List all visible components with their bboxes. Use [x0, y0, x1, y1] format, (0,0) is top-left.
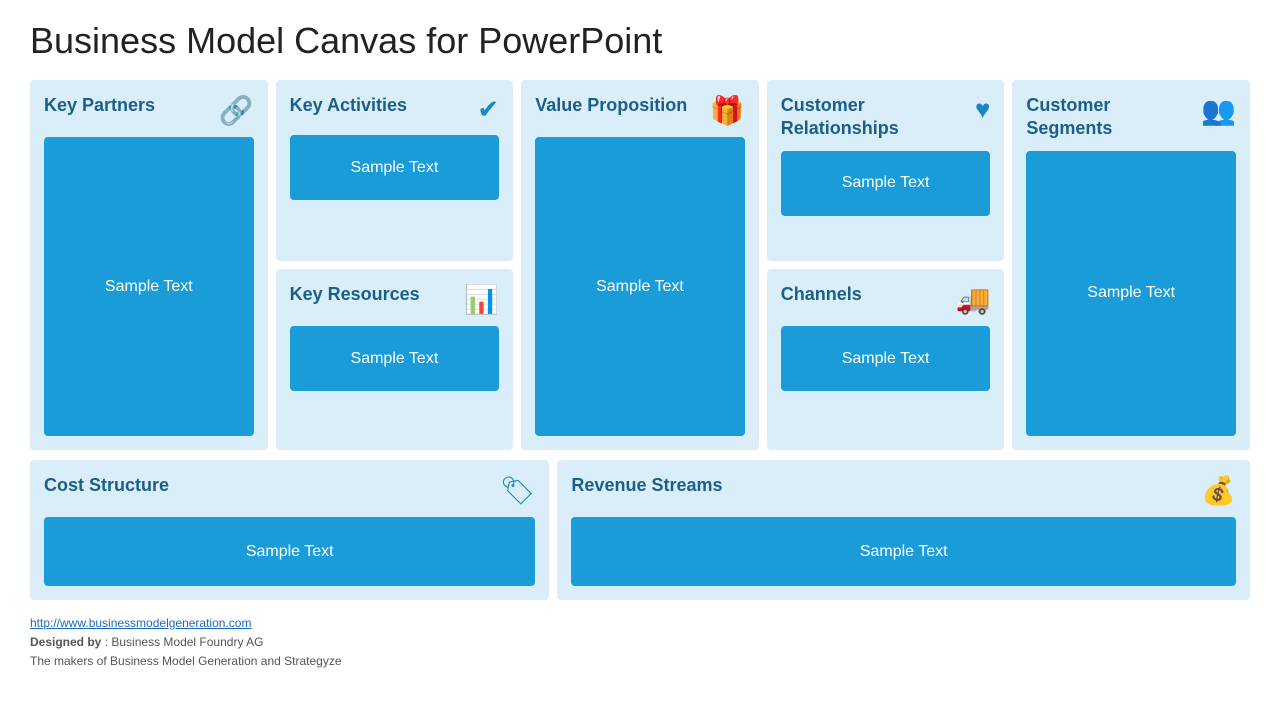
- key-resources-header: Key Resources 📊: [290, 283, 500, 316]
- cost-structure-title: Cost Structure: [44, 474, 169, 497]
- customer-relationships-header: Customer Relationships ♥: [781, 94, 991, 141]
- key-activities-title: Key Activities: [290, 94, 407, 117]
- page-title: Business Model Canvas for PowerPoint: [30, 20, 1250, 62]
- customer-segments-title: Customer Segments: [1026, 94, 1193, 141]
- customer-relationships-card: Customer Relationships ♥ Sample Text: [767, 80, 1005, 261]
- revenue-streams-sample: Sample Text: [571, 517, 1236, 586]
- customer-relationships-sample: Sample Text: [781, 151, 991, 216]
- footer-designed-by-label: Designed by: [30, 635, 101, 649]
- customer-segments-sample: Sample Text: [1026, 151, 1236, 436]
- value-proposition-sample: Sample Text: [535, 137, 745, 436]
- people-icon: 👥: [1201, 94, 1236, 127]
- cost-structure-sample: Sample Text: [44, 517, 535, 586]
- value-proposition-card: Value Proposition 🎁 Sample Text: [521, 80, 759, 450]
- tag-icon: 🏷: [500, 474, 536, 507]
- canvas-wrapper: Key Partners 🔗 Sample Text Key Activitie…: [30, 80, 1250, 600]
- footer-tagline: The makers of Business Model Generation …: [30, 652, 1250, 671]
- key-partners-header: Key Partners 🔗: [44, 94, 254, 127]
- customer-segments-card: Customer Segments 👥 Sample Text: [1012, 80, 1250, 450]
- link-icon: 🔗: [219, 94, 254, 127]
- heart-icon: ♥: [975, 94, 990, 125]
- customer-relationships-title: Customer Relationships: [781, 94, 967, 141]
- key-activities-card: Key Activities ✔ Sample Text: [276, 80, 514, 261]
- activities-resources-col: Key Activities ✔ Sample Text Key Resourc…: [276, 80, 514, 450]
- cr-channels-col: Customer Relationships ♥ Sample Text Cha…: [767, 80, 1005, 450]
- channels-header: Channels 🚚: [781, 283, 991, 316]
- footer: http://www.businessmodelgeneration.com D…: [30, 614, 1250, 672]
- revenue-streams-container: Revenue Streams 💰 Sample Text: [557, 460, 1250, 600]
- key-partners-container: Key Partners 🔗 Sample Text: [30, 80, 268, 450]
- revenue-streams-header: Revenue Streams 💰: [571, 474, 1236, 507]
- key-resources-title: Key Resources: [290, 283, 420, 306]
- key-partners-sample: Sample Text: [44, 137, 254, 436]
- cost-structure-card: Cost Structure 🏷 Sample Text: [30, 460, 549, 600]
- footer-url[interactable]: http://www.businessmodelgeneration.com: [30, 616, 251, 630]
- cost-structure-container: Cost Structure 🏷 Sample Text: [30, 460, 549, 600]
- cost-structure-header: Cost Structure 🏷: [44, 474, 535, 507]
- key-partners-title: Key Partners: [44, 94, 155, 117]
- value-proposition-title: Value Proposition: [535, 94, 687, 117]
- bottom-section: Cost Structure 🏷 Sample Text Revenue Str…: [30, 460, 1250, 600]
- people-chart-icon: 📊: [464, 283, 499, 316]
- footer-company: Business Model Foundry AG: [111, 635, 263, 649]
- revenue-streams-title: Revenue Streams: [571, 474, 722, 497]
- key-partners-card: Key Partners 🔗 Sample Text: [30, 80, 268, 450]
- top-section: Key Partners 🔗 Sample Text Key Activitie…: [30, 80, 1250, 450]
- customer-segments-container: Customer Segments 👥 Sample Text: [1012, 80, 1250, 450]
- channels-card: Channels 🚚 Sample Text: [767, 269, 1005, 450]
- gift-icon: 🎁: [710, 94, 745, 127]
- key-resources-sample: Sample Text: [290, 326, 500, 391]
- value-proposition-container: Value Proposition 🎁 Sample Text: [521, 80, 759, 450]
- key-resources-card: Key Resources 📊 Sample Text: [276, 269, 514, 450]
- checkmark-icon: ✔: [477, 94, 499, 125]
- revenue-streams-card: Revenue Streams 💰 Sample Text: [557, 460, 1250, 600]
- moneybag-icon: 💰: [1201, 474, 1236, 507]
- key-activities-header: Key Activities ✔: [290, 94, 500, 125]
- channels-title: Channels: [781, 283, 862, 306]
- key-activities-sample: Sample Text: [290, 135, 500, 200]
- truck-icon: 🚚: [956, 283, 991, 316]
- customer-segments-header: Customer Segments 👥: [1026, 94, 1236, 141]
- value-proposition-header: Value Proposition 🎁: [535, 94, 745, 127]
- channels-sample: Sample Text: [781, 326, 991, 391]
